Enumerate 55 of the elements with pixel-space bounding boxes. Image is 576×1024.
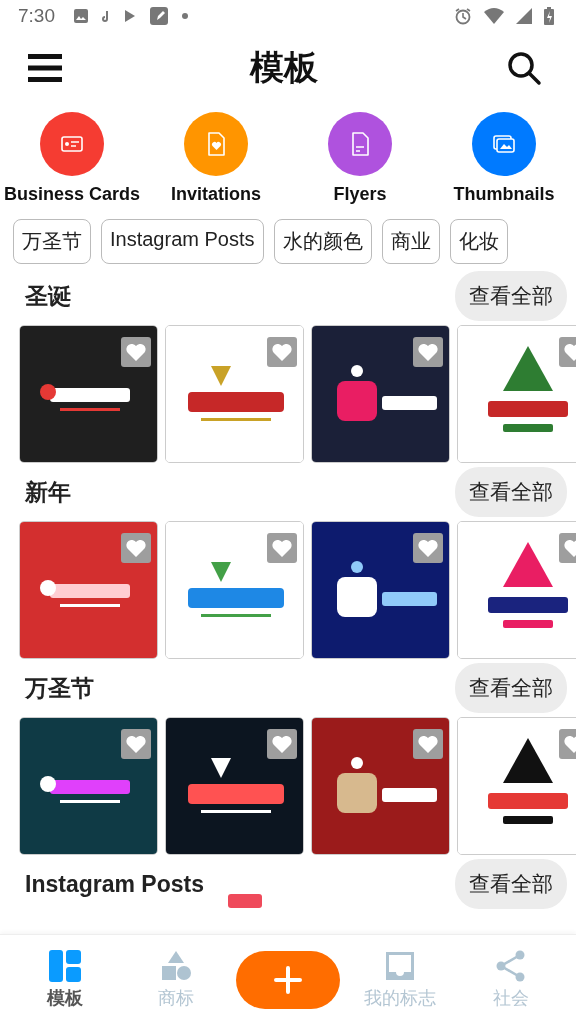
heart-icon (418, 539, 438, 557)
category-label: Business Cards (3, 184, 141, 205)
category-label: Thumbnails (453, 184, 555, 205)
favorite-button[interactable] (121, 729, 151, 759)
favorite-button[interactable] (267, 533, 297, 563)
note-edit-icon (149, 6, 169, 26)
signal-icon (516, 8, 532, 24)
section-title: 万圣节 (25, 673, 94, 703)
music-note-icon (101, 8, 111, 24)
dot-icon (181, 12, 189, 20)
heart-icon (272, 735, 292, 753)
battery-charging-icon (544, 7, 554, 25)
favorite-button[interactable] (267, 337, 297, 367)
filter-chip[interactable]: 水的颜色 (273, 219, 372, 264)
filter-chip[interactable]: 万圣节 (13, 219, 91, 264)
section-title: Instagram Posts (25, 870, 204, 898)
heart-icon (126, 735, 146, 753)
filter-chip[interactable]: 化妆 (449, 219, 508, 264)
image-icon (73, 8, 89, 24)
nav-tab[interactable]: 模板 (15, 949, 116, 1010)
plus-icon (272, 964, 303, 995)
alarm-icon (454, 7, 472, 25)
favorite-button[interactable] (121, 337, 151, 367)
section-title: 新年 (25, 477, 71, 507)
category-label: Flyers (333, 184, 387, 205)
heart-icon (272, 343, 292, 361)
view-all-button[interactable]: 查看全部 (455, 663, 567, 713)
heart-icon (126, 539, 146, 557)
view-all-button[interactable]: 查看全部 (455, 467, 567, 517)
category-label: Invitations (171, 184, 261, 205)
favorite-button[interactable] (413, 337, 443, 367)
play-icon (123, 8, 137, 24)
favorite-button[interactable] (413, 729, 443, 759)
shapes-icon (159, 949, 192, 982)
favorite-button[interactable] (267, 729, 297, 759)
wifi-icon (484, 8, 504, 24)
favorite-button[interactable] (121, 533, 151, 563)
view-all-button[interactable]: 查看全部 (455, 859, 567, 909)
view-all-button[interactable]: 查看全部 (455, 271, 567, 321)
heart-icon (418, 343, 438, 361)
add-button[interactable] (235, 950, 340, 1009)
heart-icon (272, 539, 292, 557)
menu-icon[interactable] (28, 54, 62, 82)
page-title: 模板 (250, 47, 318, 88)
share-icon (494, 949, 527, 982)
filter-chip[interactable]: 商业 (381, 219, 440, 264)
status-time: 7:30 (18, 5, 55, 27)
layout-grid-icon (49, 949, 82, 982)
favorite-button[interactable] (413, 533, 443, 563)
heart-icon (418, 735, 438, 753)
search-icon[interactable] (506, 50, 542, 86)
heart-icon (126, 343, 146, 361)
filter-chip[interactable]: Instagram Posts (101, 219, 264, 264)
inbox-tray-icon (384, 949, 417, 982)
section-title: 圣诞 (25, 281, 71, 311)
